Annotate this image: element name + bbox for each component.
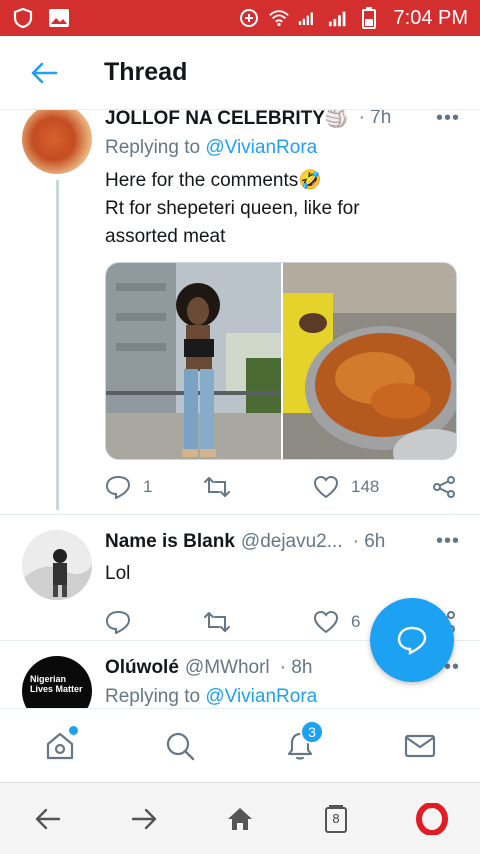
more-options-button[interactable]: ••• [436,530,460,553]
search-icon [166,732,195,760]
reply-prefix: Replying to [105,686,201,707]
tweet[interactable]: JOLLOF NA CELEBRITY🏐 · 7h ••• Replying t… [0,110,480,520]
browser-toolbar: 8 [0,782,480,854]
tweet-text-line: assorted meat [105,226,226,247]
avatar[interactable] [22,530,92,600]
tweet-time: · 6h [352,530,386,552]
tweet-text-line: Rt for shepeteri queen, like for [105,198,360,219]
media-photo-food[interactable] [281,263,456,459]
browser-home-button[interactable] [212,791,268,847]
reply-mention-link[interactable]: @VivianRora [205,137,317,158]
user-handle[interactable]: @MWhorl [185,657,270,679]
nav-messages[interactable] [390,716,450,776]
tweet-header: Name is Blank @dejavu2... · 6h ••• [105,530,460,553]
more-options-button[interactable]: ••• [436,110,460,130]
heart-icon [313,610,339,634]
tweet-time: · 7h [358,110,392,128]
avatar[interactable] [22,110,92,174]
signal-2-icon [328,7,350,29]
retweet-icon [204,612,230,632]
avatar[interactable]: Nigerian Lives Matter [22,656,92,708]
reply-button[interactable]: 1 [105,475,203,499]
tweet-text: Lol [105,563,131,584]
home-icon [228,807,252,830]
gallery-icon [48,7,70,29]
arrow-right-icon [131,808,157,829]
opera-menu-button[interactable] [404,791,460,847]
tabs-count: 8 [332,810,340,826]
tweet-header: JOLLOF NA CELEBRITY🏐 · 7h ••• [105,110,460,130]
battery-icon [358,7,380,29]
share-button[interactable] [431,475,457,499]
notifications-badge: 3 [300,719,324,744]
bottom-navigation: 3 [0,708,480,782]
nav-search[interactable] [150,716,210,776]
tweet-text: Here for the comments🤣 Rt for shepeteri … [105,167,456,251]
user-name[interactable]: JOLLOF NA CELEBRITY🏐 [105,110,349,130]
browser-tabs-button[interactable]: 8 [308,791,364,847]
arrow-left-icon [35,808,61,829]
retweet-icon [204,477,230,497]
reply-icon [105,610,131,634]
browser-forward-button[interactable] [116,791,172,847]
reply-bubble-icon [397,626,427,655]
retweet-button[interactable] [203,476,313,498]
tweet-time: · 8h [279,656,313,678]
page-title: Thread [104,58,188,86]
nav-notifications[interactable]: 3 [270,716,330,776]
opera-logo-icon [416,802,448,835]
like-count: 148 [351,477,380,496]
user-name[interactable]: Olúwolé [105,657,179,679]
reply-button[interactable] [105,610,203,634]
like-button[interactable]: 148 [313,475,431,499]
reply-context: Replying to @VivianRora [105,686,317,708]
reply-count: 1 [143,477,153,496]
thread-header: Thread [0,36,480,110]
browser-back-button[interactable] [20,791,76,847]
arrow-left-icon [31,62,58,83]
compose-reply-button[interactable] [370,598,454,682]
like-count: 6 [351,612,361,631]
wifi-icon [268,7,290,29]
thread-connector [56,180,59,510]
heart-icon [313,475,339,499]
media-photo-woman[interactable] [106,263,282,459]
user-handle[interactable]: @dejavu2... [241,531,343,553]
status-time: 7:04 PM [393,6,468,29]
back-button[interactable] [14,43,74,103]
user-name[interactable]: Name is Blank [105,531,235,553]
tweet-text-line: Here for the comments🤣 [105,170,322,191]
retweet-button[interactable] [203,611,313,633]
status-bar: 7:04 PM [0,0,480,36]
nav-home[interactable] [30,716,90,776]
reply-icon [105,475,131,499]
reply-mention-link[interactable]: @VivianRora [205,686,317,707]
reply-prefix: Replying to [105,137,201,158]
tweet-media[interactable] [105,262,457,460]
mail-icon [404,734,436,757]
new-content-dot [69,725,78,735]
divider [0,514,480,515]
tweet-actions: 1 148 [105,475,457,499]
reply-context: Replying to @VivianRora [105,137,317,159]
signal-icon [298,7,320,29]
data-saver-icon [238,7,260,29]
shield-icon [12,7,34,29]
avatar-text: Nigerian Lives Matter [30,674,83,694]
share-icon [433,476,455,498]
